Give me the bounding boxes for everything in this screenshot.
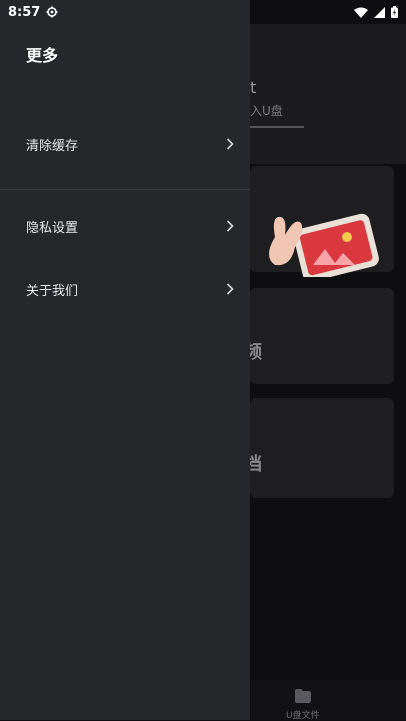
side-drawer: 更多 清除缓存 隐私设置 关于我们: [0, 0, 250, 720]
status-bar: 8:57: [0, 0, 406, 24]
settings-gear-icon: [46, 6, 58, 18]
chevron-right-icon: [226, 217, 234, 236]
menu-item-label: 清除缓存: [26, 138, 79, 154]
bottom-nav: U盘文件: [250, 680, 406, 721]
chevron-right-icon: [226, 135, 234, 154]
cell-signal-icon: [374, 6, 385, 18]
menu-item-label: 关于我们: [26, 283, 79, 299]
wifi-icon: [354, 7, 368, 18]
folder-icon[interactable]: [294, 688, 312, 708]
status-right: [354, 6, 398, 18]
drawer-title: 更多: [26, 46, 59, 65]
document-card[interactable]: 档: [244, 398, 394, 498]
video-card[interactable]: 频: [244, 288, 394, 384]
divider: [0, 189, 250, 190]
photo-illustration-icon: [269, 213, 379, 277]
header-underline: [250, 126, 304, 128]
menu-item-privacy-settings[interactable]: 隐私设置: [0, 204, 250, 248]
header-subtitle-partial: 入U盘: [250, 104, 283, 118]
chevron-right-icon: [226, 280, 234, 299]
header-title-partial: t: [250, 78, 257, 97]
menu-item-label: 隐私设置: [26, 220, 79, 236]
battery-icon: [391, 6, 398, 18]
status-left: 8:57: [8, 5, 58, 20]
status-time: 8:57: [8, 4, 41, 20]
nav-label-usb-files[interactable]: U盘文件: [286, 708, 320, 721]
menu-item-about-us[interactable]: 关于我们: [0, 267, 250, 311]
menu-item-clear-cache[interactable]: 清除缓存: [0, 122, 250, 166]
